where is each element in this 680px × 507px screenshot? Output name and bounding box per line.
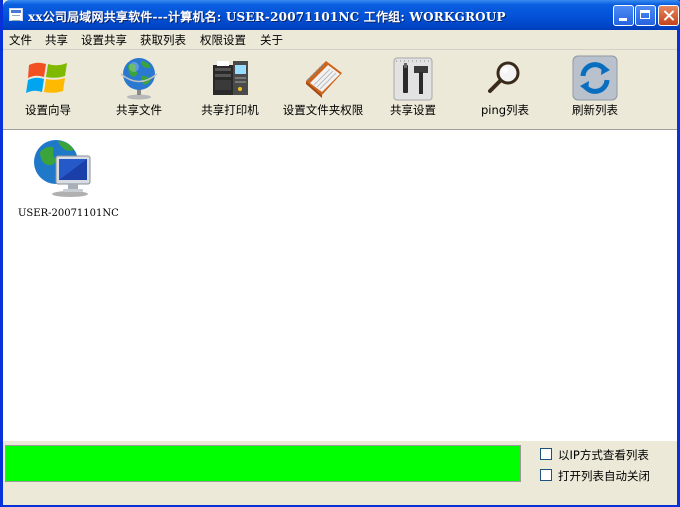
share-settings-button[interactable]: 共享设置 xyxy=(375,50,451,130)
ping-list-label: ping列表 xyxy=(480,103,530,117)
computer-name: USER-20071101NC xyxy=(18,208,119,219)
computer-list: USER-20071101NC xyxy=(3,129,677,440)
menu-permissions[interactable]: 权限设置 xyxy=(200,32,246,48)
share-printer-button[interactable]: 共享打印机 xyxy=(187,50,273,130)
globe-icon xyxy=(120,58,158,100)
folder-permissions-label: 设置文件夹权限 xyxy=(282,103,364,117)
tools-icon xyxy=(393,57,433,101)
menu-about[interactable]: 关于 xyxy=(260,32,283,48)
share-printer-label: 共享打印机 xyxy=(201,103,259,117)
app-icon xyxy=(9,8,23,21)
printer-server-icon xyxy=(213,61,248,95)
refresh-icon xyxy=(572,55,618,101)
toolbar: 设置向导 共享文件 共享打印机 设置文件夹权限 共享设置 ping列表 刷新列表 xyxy=(3,49,677,130)
minimize-button[interactable] xyxy=(613,5,634,26)
status-bar: 以IP方式查看列表 打开列表自动关闭 xyxy=(3,440,677,505)
ping-list-button[interactable]: ping列表 xyxy=(465,50,545,130)
refresh-list-button[interactable]: 刷新列表 xyxy=(555,50,635,130)
windows-logo-icon xyxy=(26,62,67,93)
close-button[interactable] xyxy=(658,5,679,26)
window-title: xx公司局域网共享软件---计算机名: USER-20071101NC 工作组:… xyxy=(28,10,506,24)
maximize-button[interactable] xyxy=(635,5,656,26)
menu-share[interactable]: 共享 xyxy=(45,32,68,48)
auto-close-list-label: 打开列表自动关闭 xyxy=(558,469,650,483)
menu-bar: 文件 共享 设置共享 获取列表 权限设置 关于 xyxy=(3,30,677,49)
wizard-label: 设置向导 xyxy=(25,103,71,117)
menu-file[interactable]: 文件 xyxy=(9,32,32,48)
notebook-icon xyxy=(306,61,342,98)
title-bar[interactable]: xx公司局域网共享软件---计算机名: USER-20071101NC 工作组:… xyxy=(3,0,680,30)
magnifier-icon xyxy=(488,61,520,93)
menu-set-share[interactable]: 设置共享 xyxy=(81,32,127,48)
refresh-list-label: 刷新列表 xyxy=(572,103,618,117)
view-by-ip-label: 以IP方式查看列表 xyxy=(558,448,649,462)
computer-item[interactable]: USER-20071101NC xyxy=(18,134,119,224)
checkbox-box[interactable] xyxy=(540,469,552,481)
wizard-button[interactable]: 设置向导 xyxy=(5,50,91,130)
checkbox-box[interactable] xyxy=(540,448,552,460)
progress-bar xyxy=(5,445,521,482)
share-files-label: 共享文件 xyxy=(116,103,162,117)
network-computer-icon xyxy=(34,140,91,197)
menu-get-list[interactable]: 获取列表 xyxy=(140,32,186,48)
folder-permissions-button[interactable]: 设置文件夹权限 xyxy=(277,50,369,130)
share-files-button[interactable]: 共享文件 xyxy=(97,50,181,130)
share-settings-label: 共享设置 xyxy=(390,103,436,117)
